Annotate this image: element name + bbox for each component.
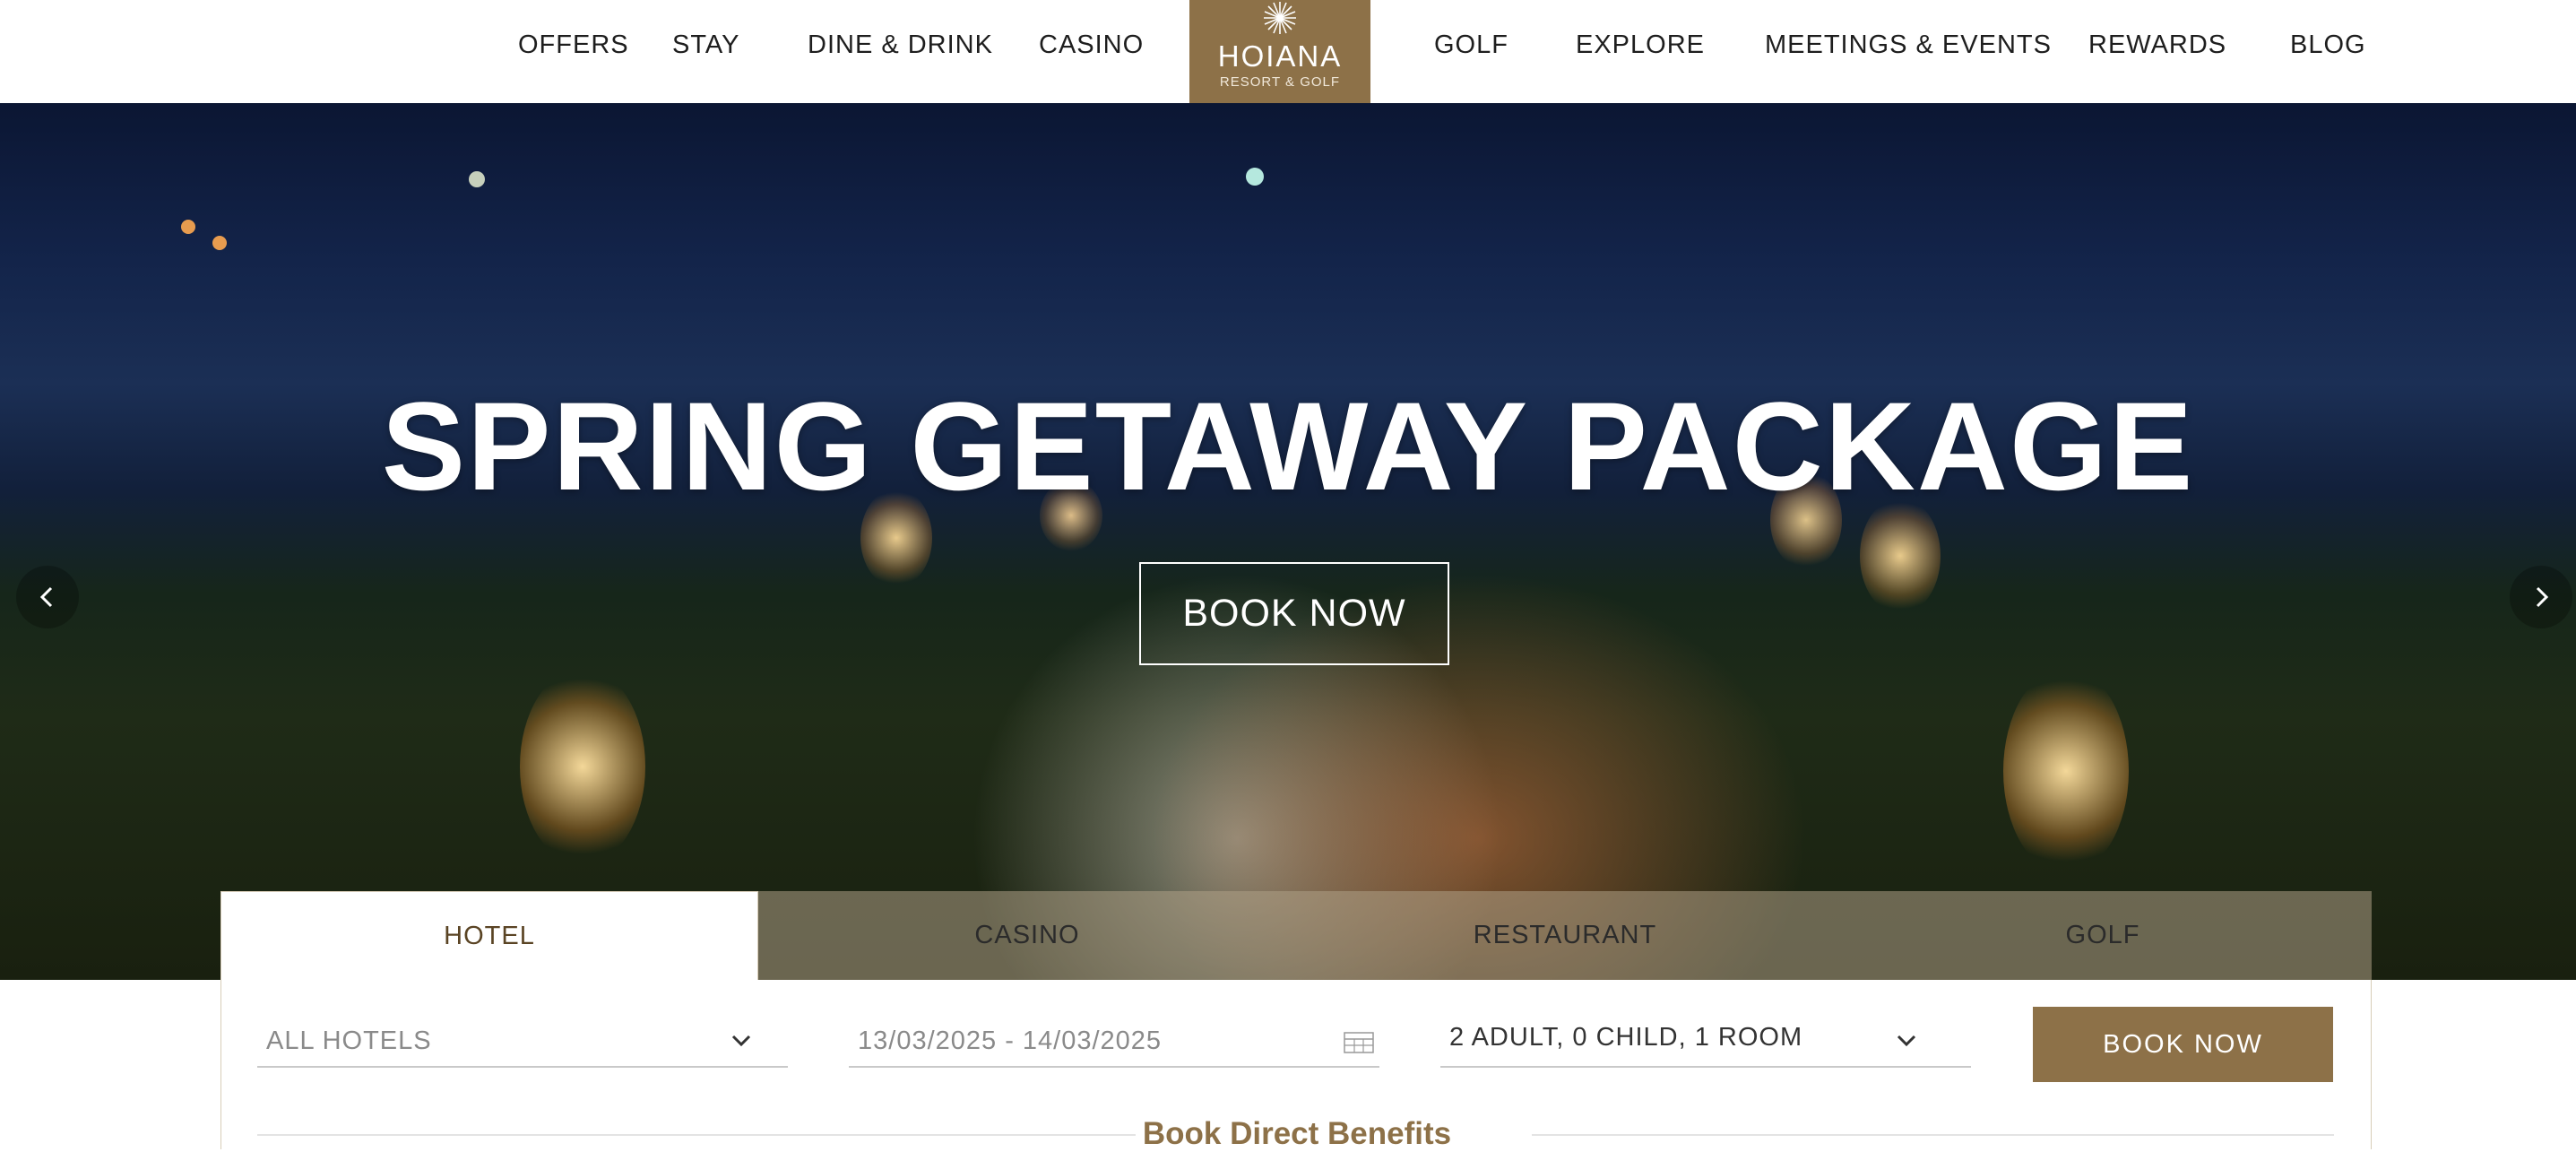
guests-value: 2 ADULT, 0 CHILD, 1 ROOM bbox=[1449, 1023, 1803, 1052]
nav-explore[interactable]: EXPLORE bbox=[1576, 30, 1705, 60]
logo-subtitle: RESORT & GOLF bbox=[1219, 74, 1341, 90]
hero-banner: SPRING GETAWAY PACKAGE BOOK NOW bbox=[0, 103, 2576, 980]
tab-restaurant[interactable]: RESTAURANT bbox=[1296, 891, 1834, 980]
nav-dine-drink[interactable]: DINE & DRINK bbox=[808, 30, 993, 60]
logo-name: HOIANA bbox=[1217, 39, 1343, 73]
lantern-glow bbox=[520, 668, 645, 865]
date-range-value: 13/03/2025 - 14/03/2025 bbox=[858, 1026, 1163, 1055]
nav-rewards[interactable]: REWARDS bbox=[2088, 30, 2226, 60]
hero-book-now-button[interactable]: BOOK NOW bbox=[1139, 562, 1449, 665]
hotel-select[interactable]: ALL HOTELS bbox=[257, 1014, 788, 1068]
tab-golf[interactable]: GOLF bbox=[1834, 891, 2372, 980]
distant-light bbox=[1246, 168, 1264, 186]
booking-tabs: HOTEL CASINO RESTAURANT GOLF bbox=[220, 891, 2372, 980]
nav-casino[interactable]: CASINO bbox=[1039, 30, 1144, 60]
chevron-left-icon bbox=[39, 586, 53, 608]
guests-select[interactable]: 2 ADULT, 0 CHILD, 1 ROOM bbox=[1440, 1014, 1971, 1068]
hero-title: SPRING GETAWAY PACKAGE bbox=[381, 376, 2195, 516]
chevron-down-icon bbox=[1897, 1035, 1916, 1047]
nav-golf[interactable]: GOLF bbox=[1434, 30, 1508, 60]
nav-stay[interactable]: STAY bbox=[672, 30, 739, 60]
nav-offers[interactable]: OFFERS bbox=[518, 30, 629, 60]
booking-submit-button[interactable]: BOOK NOW bbox=[2033, 1007, 2333, 1082]
carousel-prev-button[interactable] bbox=[16, 566, 79, 628]
hoiana-logo[interactable]: HOIANA RESORT & GOLF bbox=[1189, 0, 1370, 103]
tab-hotel[interactable]: HOTEL bbox=[220, 891, 758, 980]
chevron-down-icon bbox=[731, 1035, 751, 1047]
sunburst-icon bbox=[1264, 2, 1296, 34]
chevron-right-icon bbox=[2536, 586, 2549, 608]
date-range-field[interactable]: 13/03/2025 - 14/03/2025 bbox=[849, 1014, 1379, 1068]
distant-light bbox=[181, 220, 195, 234]
tab-casino[interactable]: CASINO bbox=[758, 891, 1296, 980]
calendar-icon bbox=[1344, 1032, 1374, 1053]
booking-panel: ALL HOTELS 13/03/2025 - 14/03/2025 2 ADU… bbox=[220, 980, 2372, 1151]
book-direct-benefits-heading: Book Direct Benefits bbox=[1142, 1116, 1452, 1151]
nav-blog[interactable]: BLOG bbox=[2290, 30, 2366, 60]
distant-light bbox=[212, 236, 227, 250]
lantern-glow bbox=[2003, 668, 2129, 874]
top-navigation: OFFERS STAY DINE & DRINK CASINO HOIANA R… bbox=[0, 0, 2576, 103]
hotel-select-value: ALL HOTELS bbox=[266, 1026, 432, 1055]
distant-light bbox=[469, 171, 485, 187]
carousel-next-button[interactable] bbox=[2510, 566, 2572, 628]
nav-meetings-events[interactable]: MEETINGS & EVENTS bbox=[1765, 30, 2052, 60]
